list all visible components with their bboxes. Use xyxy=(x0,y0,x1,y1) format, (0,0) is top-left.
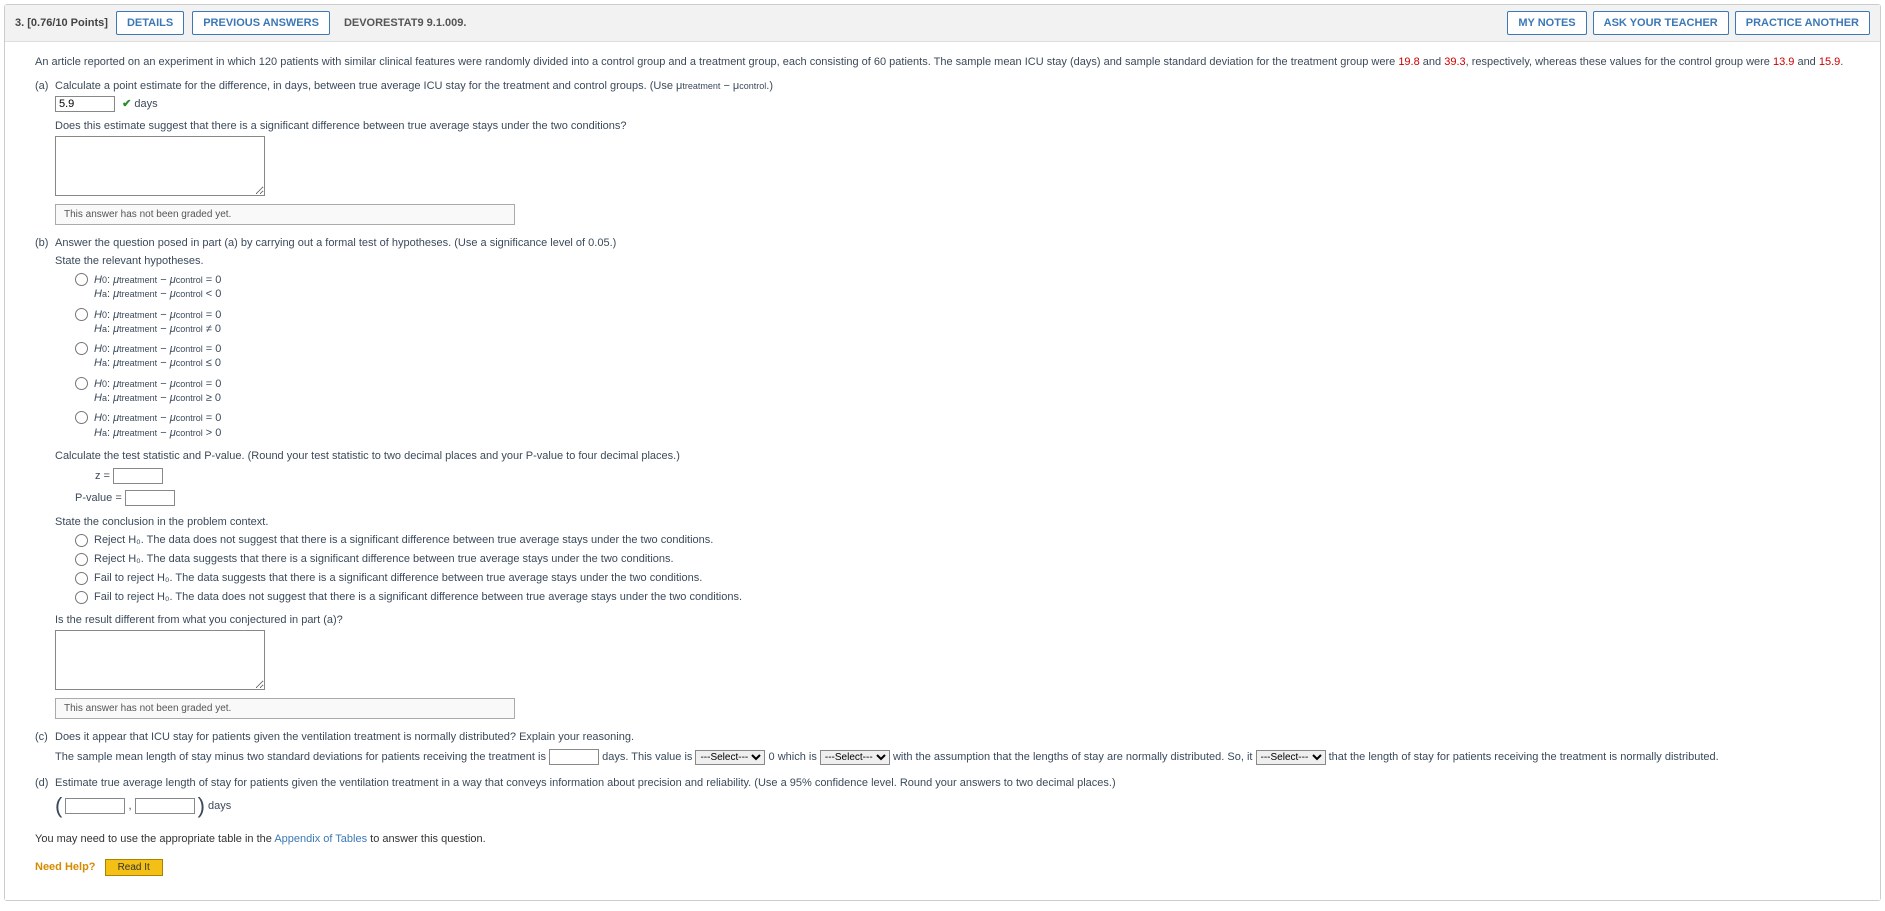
days-label-d: days xyxy=(208,800,231,812)
c-value-input[interactable] xyxy=(549,749,599,765)
radio-c1[interactable] xyxy=(75,534,88,547)
ci-lower-input[interactable] xyxy=(65,798,125,814)
z-label: z = xyxy=(95,470,110,482)
need-help: Need Help? Read It xyxy=(35,859,1856,876)
radio-2[interactable] xyxy=(75,308,88,321)
radio-1[interactable] xyxy=(75,273,88,286)
paren-open-icon: ( xyxy=(55,793,62,818)
question-stem: An article reported on an experiment in … xyxy=(35,56,1856,68)
hypothesis-option-4[interactable]: H0: μtreatment − μcontrol = 0 Ha: μtreat… xyxy=(75,377,1856,406)
question-source: DEVORESTAT9 9.1.009. xyxy=(344,17,466,29)
part-b-label: (b) xyxy=(35,237,55,626)
part-a-essay[interactable] xyxy=(55,136,265,196)
practice-another-button[interactable]: PRACTICE ANOTHER xyxy=(1735,11,1870,35)
part-d: (d) Estimate true average length of stay… xyxy=(35,777,1856,819)
c-select-1[interactable]: ---Select--- xyxy=(695,750,765,765)
radio-c3[interactable] xyxy=(75,572,88,585)
previous-answers-button[interactable]: PREVIOUS ANSWERS xyxy=(192,11,330,35)
hypothesis-option-1[interactable]: H0: μtreatment − μcontrol = 0 Ha: μtreat… xyxy=(75,273,1856,302)
radio-3[interactable] xyxy=(75,342,88,355)
state-hypotheses: State the relevant hypotheses. xyxy=(55,255,1856,267)
part-a: (a) Calculate a point estimate for the d… xyxy=(35,80,1856,132)
part-c-label: (c) xyxy=(35,731,55,765)
radio-c2[interactable] xyxy=(75,553,88,566)
not-graded-b: This answer has not been graded yet. xyxy=(55,698,515,719)
part-a-label: (a) xyxy=(35,80,55,132)
read-it-button[interactable]: Read It xyxy=(105,859,163,876)
part-b-diff: Is the result different from what you co… xyxy=(55,614,1856,626)
part-c: (c) Does it appear that ICU stay for pat… xyxy=(35,731,1856,765)
part-d-label: (d) xyxy=(35,777,55,819)
question-header: 3. [0.76/10 Points] DETAILS PREVIOUS ANS… xyxy=(5,5,1880,42)
pvalue-label: P-value = xyxy=(75,492,122,504)
radio-4[interactable] xyxy=(75,377,88,390)
part-b: (b) Answer the question posed in part (a… xyxy=(35,237,1856,626)
c-select-2[interactable]: ---Select--- xyxy=(820,750,890,765)
conclusion-prompt: State the conclusion in the problem cont… xyxy=(55,516,1856,528)
days-label: days xyxy=(134,98,157,110)
part-a-followup: Does this estimate suggest that there is… xyxy=(55,120,1856,132)
details-button[interactable]: DETAILS xyxy=(116,11,184,35)
check-icon: ✔ xyxy=(122,98,131,110)
conclusion-option-3[interactable]: Fail to reject H₀. The data suggests tha… xyxy=(75,572,1856,585)
hypothesis-option-5[interactable]: H0: μtreatment − μcontrol = 0 Ha: μtreat… xyxy=(75,411,1856,440)
point-estimate-input[interactable] xyxy=(55,96,115,112)
radio-5[interactable] xyxy=(75,411,88,424)
conclusion-option-1[interactable]: Reject H₀. The data does not suggest tha… xyxy=(75,534,1856,547)
header-left: 3. [0.76/10 Points] DETAILS PREVIOUS ANS… xyxy=(15,11,1507,35)
ci-upper-input[interactable] xyxy=(135,798,195,814)
z-input[interactable] xyxy=(113,468,163,484)
appendix-link[interactable]: Appendix of Tables xyxy=(274,833,367,845)
paren-close-icon: ) xyxy=(198,793,205,818)
part-b-essay[interactable] xyxy=(55,630,265,690)
pvalue-input[interactable] xyxy=(125,490,175,506)
hypothesis-option-3[interactable]: H0: μtreatment − μcontrol = 0 Ha: μtreat… xyxy=(75,342,1856,371)
conclusion-option-4[interactable]: Fail to reject H₀. The data does not sug… xyxy=(75,591,1856,604)
not-graded-a: This answer has not been graded yet. xyxy=(55,204,515,225)
ask-teacher-button[interactable]: ASK YOUR TEACHER xyxy=(1593,11,1729,35)
question-container: 3. [0.76/10 Points] DETAILS PREVIOUS ANS… xyxy=(4,4,1881,901)
radio-c4[interactable] xyxy=(75,591,88,604)
c-select-3[interactable]: ---Select--- xyxy=(1256,750,1326,765)
calc-instruction: Calculate the test statistic and P-value… xyxy=(55,450,1856,462)
my-notes-button[interactable]: MY NOTES xyxy=(1507,11,1586,35)
hypothesis-option-2[interactable]: H0: μtreatment − μcontrol = 0 Ha: μtreat… xyxy=(75,308,1856,337)
conclusion-option-2[interactable]: Reject H₀. The data suggests that there … xyxy=(75,553,1856,566)
question-body: An article reported on an experiment in … xyxy=(5,42,1880,900)
header-right: MY NOTES ASK YOUR TEACHER PRACTICE ANOTH… xyxy=(1507,11,1870,35)
question-number: 3. [0.76/10 Points] xyxy=(15,17,108,29)
appendix-note: You may need to use the appropriate tabl… xyxy=(35,833,1856,845)
